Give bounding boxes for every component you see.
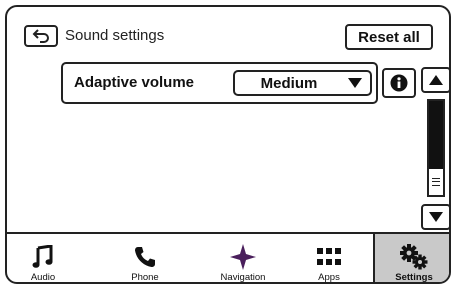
nav-label-phone: Phone <box>131 272 159 283</box>
scrollbar-track[interactable] <box>427 99 445 197</box>
bottom-navigation-bar: Audio Phone Navigation Apps Settings <box>7 232 449 283</box>
sound-settings-screen: Sound settings Reset all Adaptive volume… <box>5 5 451 284</box>
nav-label-audio: Audio <box>30 272 56 283</box>
triangle-up-icon <box>429 75 443 85</box>
nav-item-apps[interactable]: Apps <box>297 234 361 283</box>
page-title: Sound settings <box>65 27 165 44</box>
info-button[interactable] <box>382 68 416 98</box>
info-icon <box>390 74 408 92</box>
scrollbar-thumb[interactable] <box>432 177 440 186</box>
phone-icon <box>135 247 155 267</box>
triangle-down-icon <box>429 212 443 222</box>
scroll-up-button[interactable] <box>421 67 449 93</box>
grid-icon <box>317 248 341 265</box>
setting-label: Adaptive volume <box>74 74 195 91</box>
scroll-down-button[interactable] <box>421 204 449 230</box>
back-button[interactable] <box>24 25 58 47</box>
dropdown-value: Medium <box>260 75 318 92</box>
music-note-icon <box>32 245 53 268</box>
nav-label-navigation: Navigation <box>220 272 266 283</box>
triangle-down-icon <box>348 78 362 88</box>
adaptive-volume-row: Adaptive volume Medium <box>61 62 378 104</box>
nav-item-audio[interactable]: Audio <box>7 234 79 283</box>
gears-icon <box>400 244 428 270</box>
nav-item-phone[interactable]: Phone <box>107 234 183 283</box>
reset-all-button[interactable]: Reset all <box>345 24 433 50</box>
nav-label-apps: Apps <box>318 272 340 283</box>
adaptive-volume-dropdown[interactable]: Medium <box>233 70 372 96</box>
compass-star-icon <box>230 244 256 270</box>
back-arrow-icon <box>32 29 49 43</box>
scrollbar-filled-portion <box>429 101 443 169</box>
nav-item-settings[interactable]: Settings <box>373 234 449 283</box>
nav-label-settings: Settings <box>395 272 433 283</box>
nav-item-navigation[interactable]: Navigation <box>203 234 283 283</box>
